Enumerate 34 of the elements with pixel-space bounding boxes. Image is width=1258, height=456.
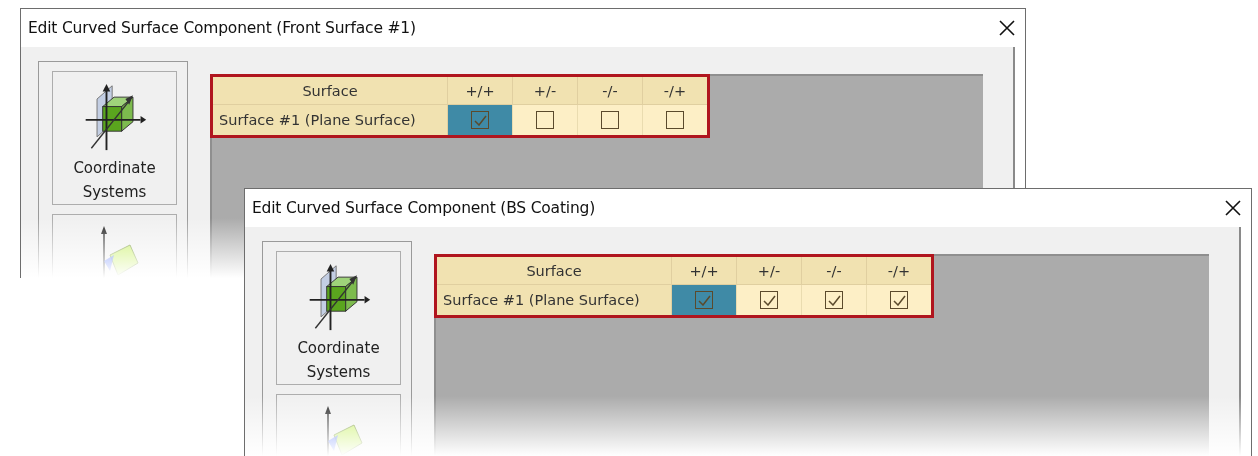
window-title: Edit Curved Surface Component (Front Surface #1) (28, 19, 416, 37)
close-icon[interactable] (1225, 200, 1241, 216)
table-cell[interactable] (447, 104, 513, 137)
table-cell[interactable] (512, 104, 578, 137)
column-header: -/- (577, 75, 643, 105)
column-header: Surface (435, 255, 672, 285)
table-cell: Surface #1 (Plane Surface) (211, 104, 448, 137)
column-header: +/- (512, 75, 578, 105)
checkbox[interactable] (760, 291, 778, 309)
checkbox[interactable] (471, 111, 489, 129)
column-header: -/+ (866, 255, 933, 285)
checkbox[interactable] (601, 111, 619, 129)
table-cell[interactable] (801, 284, 867, 317)
tool-button[interactable]: Coordinate Systems (52, 71, 177, 205)
checkbox[interactable] (695, 291, 713, 309)
table-cell[interactable] (866, 284, 933, 317)
column-header: -/+ (642, 75, 709, 105)
column-header: +/- (736, 255, 802, 285)
table-cell[interactable] (577, 104, 643, 137)
checkbox[interactable] (825, 291, 843, 309)
checkbox[interactable] (890, 291, 908, 309)
window-title: Edit Curved Surface Component (BS Coating) (252, 199, 595, 217)
table-cell: Surface #1 (Plane Surface) (435, 284, 672, 317)
checkbox[interactable] (536, 111, 554, 129)
tool-button[interactable]: Coordinate Systems (276, 251, 401, 385)
checkbox[interactable] (666, 111, 684, 129)
table-cell[interactable] (642, 104, 709, 137)
column-header: +/+ (447, 75, 513, 105)
column-header: -/- (801, 255, 867, 285)
column-header: +/+ (671, 255, 737, 285)
table-cell[interactable] (736, 284, 802, 317)
close-icon[interactable] (999, 20, 1015, 36)
table-cell[interactable] (671, 284, 737, 317)
column-header: Surface (211, 75, 448, 105)
